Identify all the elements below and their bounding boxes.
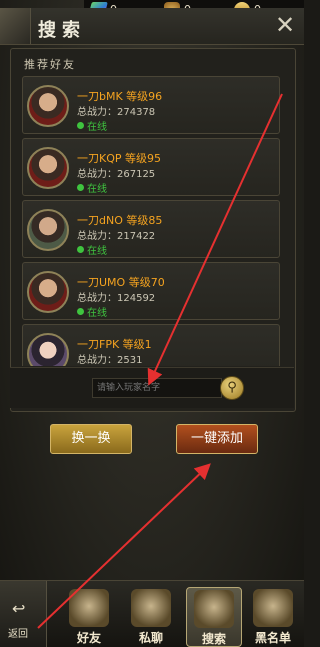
window-header: 搜索 ✕: [0, 8, 304, 45]
online-dot-icon: [77, 308, 84, 315]
back-button[interactable]: ↩ 返回: [0, 581, 47, 647]
online-status: 在线: [77, 118, 107, 133]
friend-power: 总战力：267125: [77, 169, 156, 180]
friend-name: 一刀KQP 等级95: [77, 152, 161, 165]
game-screen: 0 0 0 搜索 ✕ 推荐好友 一刀bMK 等级96 总战力：274378 在线…: [0, 0, 304, 647]
friend-card[interactable]: 一刀UMO 等级70 总战力：124592 在线: [22, 262, 280, 320]
friend-power: 总战力：217422: [77, 231, 156, 242]
friend-power: 总战力：274378: [77, 107, 156, 118]
friend-card[interactable]: 一刀bMK 等级96 总战力：274378 在线: [22, 76, 280, 134]
online-status: 在线: [77, 242, 107, 257]
avatar[interactable]: [27, 333, 69, 366]
friend-name: 一刀UMO 等级70: [77, 276, 165, 289]
friend-name: 一刀FPK 等级1: [77, 338, 152, 351]
back-label: 返回: [8, 629, 28, 640]
avatar[interactable]: [27, 85, 69, 127]
avatar[interactable]: [27, 271, 69, 313]
status-text: 在线: [87, 184, 107, 195]
search-bar: ⚲: [10, 367, 294, 408]
tab-blacklist[interactable]: 黑名单: [246, 587, 300, 645]
scroll-quill-icon: [131, 589, 171, 627]
tab-label: 私聊: [138, 631, 163, 645]
status-text: 在线: [87, 246, 107, 257]
friend-name: 一刀bMK 等级96: [77, 90, 163, 103]
online-dot-icon: [77, 122, 84, 129]
recommended-friend-list[interactable]: 一刀bMK 等级96 总战力：274378 在线 一刀KQP 等级95 总战力：…: [22, 76, 280, 366]
tab-friends[interactable]: 好友: [62, 587, 116, 645]
avatar[interactable]: [27, 209, 69, 251]
search-input[interactable]: [92, 378, 222, 398]
bottom-nav: ↩ 返回 好友 私聊 搜索 黑名单: [0, 580, 304, 647]
page-title: 搜索: [38, 20, 86, 41]
refresh-button[interactable]: 换一换: [50, 424, 132, 454]
friend-power: 总战力：2531: [77, 355, 143, 366]
online-status: 在线: [77, 180, 107, 195]
friend-name: 一刀dNO 等级85: [77, 214, 163, 227]
status-text: 在线: [87, 122, 107, 133]
tab-search[interactable]: 搜索: [186, 587, 242, 647]
add-all-button[interactable]: 一键添加: [176, 424, 258, 454]
online-dot-icon: [77, 246, 84, 253]
tab-private-chat[interactable]: 私聊: [124, 587, 178, 645]
online-status: 在线: [77, 304, 107, 319]
blacklist-icon: [253, 589, 293, 627]
friend-card[interactable]: 一刀dNO 等级85 总战力：217422 在线: [22, 200, 280, 258]
friend-card[interactable]: 一刀KQP 等级95 总战力：267125 在线: [22, 138, 280, 196]
back-arrow-icon: ↩: [12, 599, 26, 618]
tab-label: 黑名单: [254, 631, 291, 645]
friend-power: 总战力：124592: [77, 293, 156, 304]
tab-label: 搜索: [201, 632, 226, 646]
search-icon[interactable]: ⚲: [220, 376, 244, 400]
search-icon: [194, 590, 234, 628]
dragon-emblem-icon: [0, 8, 31, 44]
section-label: 推荐好友: [24, 58, 76, 71]
status-text: 在线: [87, 308, 107, 319]
tab-label: 好友: [76, 631, 101, 645]
friend-card[interactable]: 一刀FPK 等级1 总战力：2531: [22, 324, 280, 366]
online-dot-icon: [77, 184, 84, 191]
handshake-icon: [69, 589, 109, 627]
avatar[interactable]: [27, 147, 69, 189]
close-icon[interactable]: ✕: [272, 12, 298, 38]
